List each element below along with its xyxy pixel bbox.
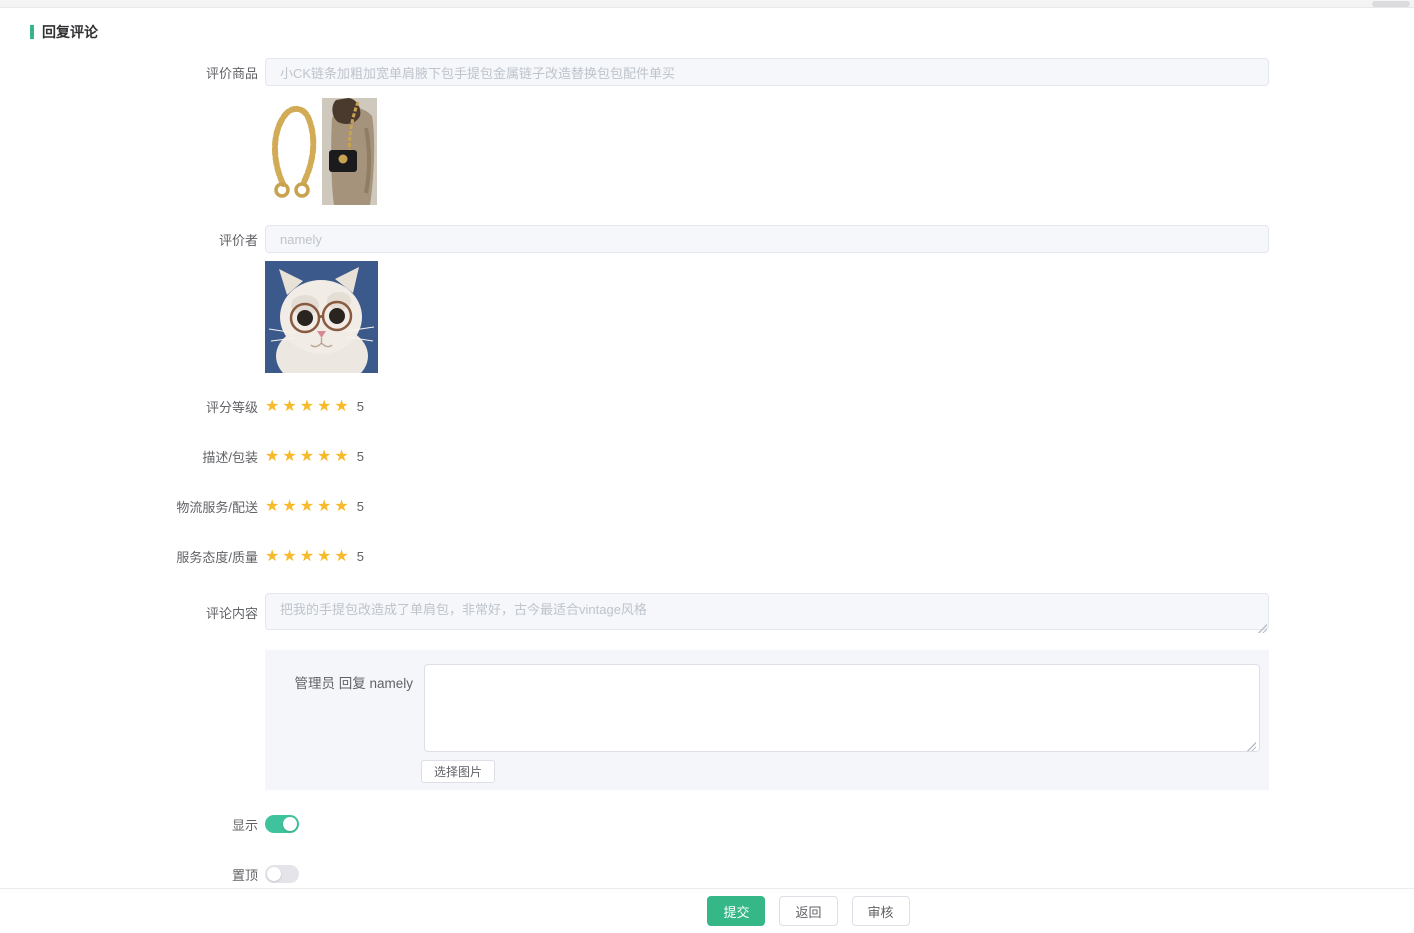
product-images xyxy=(265,98,377,205)
product-label: 评价商品 xyxy=(0,63,258,82)
star-icon: ★ xyxy=(282,448,296,464)
toggle-knob xyxy=(283,817,297,831)
star-icon: ★ xyxy=(300,448,314,464)
star-icon: ★ xyxy=(334,448,348,464)
pin-label: 置顶 xyxy=(0,865,258,884)
star-rating: ★ ★ ★ ★ ★ 5 xyxy=(265,448,364,464)
admin-reply-label: 管理员 回复 namely xyxy=(265,672,413,692)
comment-textarea: 把我的手提包改造成了单肩包，非常好，古今最适合vintage风格 xyxy=(265,593,1269,630)
rating-score: 5 xyxy=(357,449,364,464)
choose-image-button[interactable]: 选择图片 xyxy=(421,760,495,783)
section-header: 回复评论 xyxy=(30,22,98,42)
page-title: 回复评论 xyxy=(42,22,98,42)
rating-score: 5 xyxy=(357,499,364,514)
pin-toggle[interactable] xyxy=(265,865,299,883)
reviewer-input xyxy=(265,225,1269,253)
top-scrollbar-track xyxy=(0,0,1414,8)
star-icon: ★ xyxy=(317,448,331,464)
star-icon: ★ xyxy=(282,498,296,514)
resize-grip-icon xyxy=(1246,741,1256,751)
admin-reply-panel: 管理员 回复 namely 选择图片 xyxy=(265,650,1269,790)
star-rating: ★ ★ ★ ★ ★ 5 xyxy=(265,398,364,414)
admin-reply-textarea[interactable] xyxy=(424,664,1260,752)
star-icon: ★ xyxy=(265,448,279,464)
rating-score: 5 xyxy=(357,549,364,564)
rating-label: 服务态度/质量 xyxy=(0,547,258,566)
submit-button[interactable]: 提交 xyxy=(707,896,765,926)
accent-bar xyxy=(30,25,34,39)
reviewer-avatar xyxy=(265,261,378,373)
star-icon: ★ xyxy=(317,398,331,414)
review-button[interactable]: 审核 xyxy=(852,896,910,926)
product-image-chain xyxy=(265,98,320,205)
star-icon: ★ xyxy=(300,548,314,564)
show-toggle[interactable] xyxy=(265,815,299,833)
star-icon: ★ xyxy=(300,398,314,414)
star-icon: ★ xyxy=(265,498,279,514)
footer-action-bar: 提交 返回 审核 xyxy=(0,888,1414,933)
reviewer-label: 评价者 xyxy=(0,230,258,249)
rating-row-logistics: 物流服务/配送 ★ ★ ★ ★ ★ 5 xyxy=(0,496,364,516)
star-icon: ★ xyxy=(317,548,331,564)
resize-grip-icon xyxy=(1257,623,1267,633)
star-rating: ★ ★ ★ ★ ★ 5 xyxy=(265,498,364,514)
reviewer-row: 评价者 xyxy=(0,225,1269,253)
star-icon: ★ xyxy=(317,498,331,514)
star-rating: ★ ★ ★ ★ ★ 5 xyxy=(265,548,364,564)
scrollbar-thumb[interactable] xyxy=(1372,1,1410,7)
reply-comment-page: 回复评论 评价商品 评价者 xyxy=(0,0,1414,933)
comment-row: 评论内容 把我的手提包改造成了单肩包，非常好，古今最适合vintage风格 xyxy=(0,593,1269,635)
rating-row-packaging: 描述/包装 ★ ★ ★ ★ ★ 5 xyxy=(0,446,364,466)
show-toggle-row: 显示 xyxy=(0,814,299,834)
toggle-knob xyxy=(267,867,281,881)
comment-label: 评论内容 xyxy=(0,603,258,622)
show-label: 显示 xyxy=(0,815,258,834)
rating-row-service: 服务态度/质量 ★ ★ ★ ★ ★ 5 xyxy=(0,546,364,566)
product-image-bag-model xyxy=(322,98,377,205)
product-input xyxy=(265,58,1269,86)
product-row: 评价商品 xyxy=(0,58,1269,86)
star-icon: ★ xyxy=(282,548,296,564)
pin-toggle-row: 置顶 xyxy=(0,864,299,884)
star-icon: ★ xyxy=(265,548,279,564)
star-icon: ★ xyxy=(282,398,296,414)
rating-label: 物流服务/配送 xyxy=(0,497,258,516)
star-icon: ★ xyxy=(334,398,348,414)
rating-row-overall: 评分等级 ★ ★ ★ ★ ★ 5 xyxy=(0,396,364,416)
rating-label: 评分等级 xyxy=(0,397,258,416)
star-icon: ★ xyxy=(334,548,348,564)
star-icon: ★ xyxy=(300,498,314,514)
rating-score: 5 xyxy=(357,399,364,414)
star-icon: ★ xyxy=(265,398,279,414)
back-button[interactable]: 返回 xyxy=(779,896,837,926)
rating-label: 描述/包装 xyxy=(0,447,258,466)
star-icon: ★ xyxy=(334,498,348,514)
